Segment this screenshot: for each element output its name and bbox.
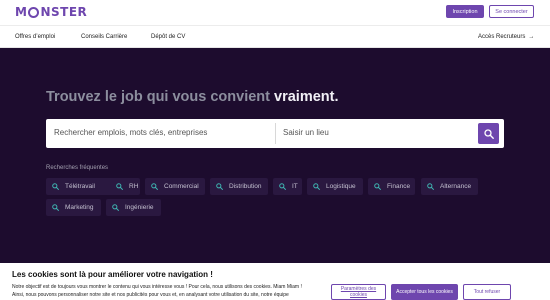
chip-label: Télétravail: [65, 183, 95, 190]
chip-marketing[interactable]: Marketing: [46, 199, 101, 216]
nav-recruteurs-label: Accès Recruteurs: [478, 34, 526, 40]
chip-label: Commercial: [164, 183, 199, 190]
login-button[interactable]: Se connecter: [489, 5, 534, 18]
search-divider: [275, 123, 276, 144]
chip-label: Ingénierie: [125, 204, 154, 211]
chip-alternance[interactable]: Alternance: [421, 178, 478, 195]
search-icon: [216, 183, 223, 190]
arrow-right-icon: →: [528, 34, 535, 40]
search-icon: [313, 183, 320, 190]
search-icon: [151, 183, 158, 190]
headline-accent: vraiment.: [274, 89, 339, 105]
nav-item-offres[interactable]: Offres d’emploi: [15, 34, 55, 40]
search-icon: [52, 204, 59, 211]
nav-item-depot-cv[interactable]: Dépôt de CV: [151, 34, 185, 40]
top-bar: M NSTER Inscription Se connecter: [0, 0, 550, 25]
chip-commercial[interactable]: Commercial: [145, 178, 205, 195]
chip-label: Finance: [387, 183, 411, 190]
search-icon: [116, 183, 123, 190]
cookie-settings-button[interactable]: Paramètres des cookies: [331, 284, 386, 300]
chip-finance[interactable]: Finance: [368, 178, 415, 195]
main-nav: Offres d’emploi Conseils Carrière Dépôt …: [0, 25, 550, 48]
logo-text-right: NSTER: [40, 5, 88, 19]
search-icon: [483, 128, 494, 139]
frequent-searches-label: Recherches fréquentes: [46, 165, 109, 171]
monster-logo[interactable]: M NSTER: [15, 5, 87, 19]
chip-logistique[interactable]: Logistique: [307, 178, 363, 195]
chip-it[interactable]: IT: [273, 178, 302, 195]
cookie-title: Les cookies sont là pour améliorer votre…: [12, 270, 213, 279]
accept-cookies-button[interactable]: Accepter tous les cookies: [391, 284, 458, 300]
search-bar: Rechercher emplois, mots clés, entrepris…: [46, 119, 504, 148]
chip-label: RH: [129, 183, 139, 190]
search-icon: [112, 204, 119, 211]
chip-label: IT: [292, 183, 298, 190]
chip-ingenierie[interactable]: Ingénierie: [106, 199, 161, 216]
cookie-text-line-2: Ainsi, nous pouvons personnaliser notre …: [12, 292, 289, 298]
refuse-cookies-button[interactable]: Tout refuser: [463, 284, 511, 300]
hero-headline: Trouvez le job qui vous convient vraimen…: [46, 89, 339, 105]
nav-item-recruteurs[interactable]: Accès Recruteurs →: [478, 34, 534, 40]
headline-main: Trouvez le job qui vous convient: [46, 89, 275, 105]
location-input[interactable]: Saisir un lieu: [283, 128, 329, 137]
chip-label: Alternance: [440, 183, 472, 190]
search-icon: [374, 183, 381, 190]
logo-text-left: M: [15, 5, 28, 19]
search-button[interactable]: [478, 123, 499, 144]
search-icon: [279, 183, 286, 190]
cookie-text-line-1: Notre objectif est de toujours vous mont…: [12, 284, 302, 290]
job-search-input[interactable]: Rechercher emplois, mots clés, entrepris…: [54, 128, 207, 137]
chip-label: Marketing: [65, 204, 94, 211]
nav-item-conseils[interactable]: Conseils Carrière: [81, 34, 127, 40]
search-icon: [52, 183, 59, 190]
logo-o-mark: [28, 6, 40, 18]
search-icon: [427, 183, 434, 190]
chip-teletravail[interactable]: Télétravail: [46, 178, 117, 195]
chip-label: Distribution: [229, 183, 262, 190]
chip-distribution[interactable]: Distribution: [210, 178, 268, 195]
chip-label: Logistique: [326, 183, 356, 190]
chip-rh[interactable]: RH: [110, 178, 140, 195]
signup-button[interactable]: Inscription: [446, 5, 484, 18]
